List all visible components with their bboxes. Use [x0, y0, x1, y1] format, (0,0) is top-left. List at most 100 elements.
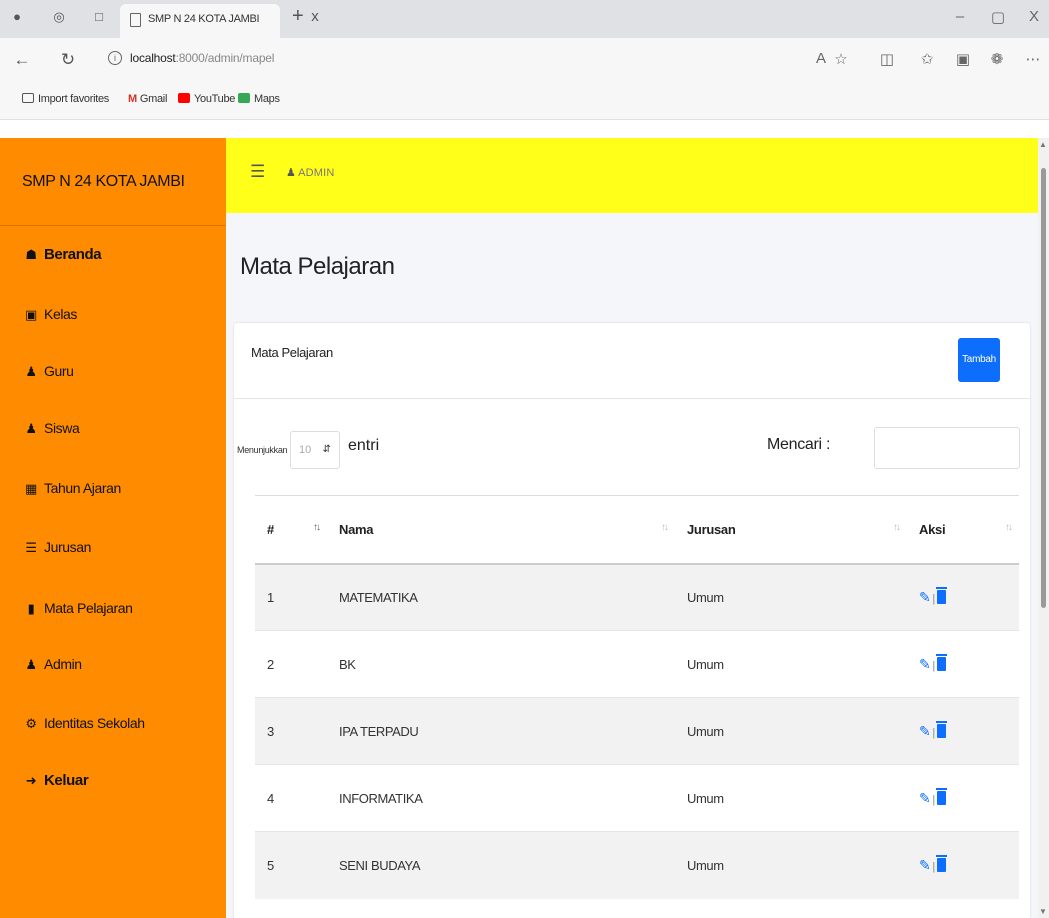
- delete-icon[interactable]: [935, 653, 947, 671]
- page-scrollbar[interactable]: ▲ ▼: [1038, 138, 1049, 918]
- collections-icon[interactable]: ▣: [954, 50, 972, 68]
- entries-per-page-select[interactable]: 10 ⇵: [290, 431, 340, 469]
- sidebar-item-identitas-sekolah[interactable]: ⚙ Identitas Sekolah: [24, 715, 145, 732]
- sidebar-item-admin[interactable]: ♟ Admin: [24, 656, 82, 673]
- fav-import[interactable]: Import favorites: [22, 93, 109, 105]
- sidebar-item-siswa[interactable]: ♟ Siswa: [24, 420, 79, 437]
- delete-icon[interactable]: [935, 787, 947, 805]
- list-icon: ☰: [25, 540, 37, 555]
- sidebar-item-jurusan[interactable]: ☰ Jurusan: [24, 539, 91, 556]
- add-button[interactable]: Tambah: [958, 338, 1000, 382]
- cell-no: 1: [255, 563, 327, 631]
- column-header-nama[interactable]: Nama ↑↓: [327, 495, 675, 565]
- cell-jurusan: Umum: [675, 764, 907, 832]
- fav-gmail[interactable]: M Gmail: [128, 93, 167, 105]
- sidebar-item-keluar[interactable]: ➜ Keluar: [24, 772, 89, 789]
- user-icon: ♟: [286, 167, 297, 179]
- edit-icon[interactable]: ✎: [919, 723, 931, 740]
- profile-icon[interactable]: ●: [10, 9, 24, 25]
- extensions-icon[interactable]: ❁: [988, 50, 1006, 68]
- reload-icon[interactable]: ↻: [58, 50, 78, 70]
- edit-icon[interactable]: ✎: [919, 656, 931, 673]
- column-header-aksi[interactable]: Aksi ↑↓: [907, 495, 1019, 565]
- cell-jurusan: Umum: [675, 831, 907, 899]
- cell-jurusan: Umum: [675, 563, 907, 631]
- edit-icon[interactable]: ✎: [919, 589, 931, 606]
- sidebar-item-tahun-ajaran[interactable]: ▦ Tahun Ajaran: [24, 480, 121, 497]
- cell-nama: MATEMATIKA: [327, 563, 675, 631]
- edit-icon[interactable]: ✎: [919, 857, 931, 874]
- delete-icon[interactable]: [935, 854, 947, 872]
- address-bar: ← ↻ i localhost:8000/admin/mapel A ☆ ◫ ✩…: [0, 38, 1049, 82]
- delete-icon[interactable]: [935, 586, 947, 604]
- page-title: Mata Pelajaran: [240, 253, 395, 280]
- sidebar-item-mata-pelajaran[interactable]: ▮ Mata Pelajaran: [24, 600, 133, 617]
- user-icon: ♟: [25, 364, 37, 379]
- action-separator: |: [932, 793, 935, 806]
- split-screen-icon[interactable]: ◫: [878, 50, 896, 68]
- cell-no: 3: [255, 697, 327, 765]
- back-icon[interactable]: ←: [12, 50, 32, 70]
- sort-icon: ↑↓: [893, 522, 901, 533]
- column-label: #: [267, 521, 274, 537]
- sidebar-item-label: Beranda: [44, 246, 102, 263]
- sidebar-item-kelas[interactable]: ▣ Kelas: [24, 306, 77, 323]
- sidebar-item-label: Tahun Ajaran: [44, 480, 121, 496]
- browser-tab-bar: ● ◎ □ SMP N 24 KOTA JAMBI x + – ▢ X: [0, 0, 1049, 38]
- menu-toggle-icon[interactable]: ☰: [250, 162, 265, 182]
- maximize-button[interactable]: ▢: [988, 8, 1008, 26]
- inbox-icon: ▣: [25, 307, 37, 322]
- tab-actions-icon[interactable]: □: [92, 9, 106, 25]
- cell-aksi: ✎ |: [907, 764, 1019, 832]
- search-label: Mencari :: [767, 436, 831, 453]
- fav-label: YouTube: [194, 93, 236, 105]
- window-close-button[interactable]: X: [1024, 8, 1044, 25]
- tab-close-icon[interactable]: x: [308, 9, 322, 25]
- subjects-table: # ↑↓ Nama ↑↓ Jurusan ↑↓ Aksi ↑↓ 1 MATEMATIKA…: [255, 495, 1019, 899]
- scroll-thumb[interactable]: [1041, 168, 1046, 608]
- scroll-up-icon[interactable]: ▲: [1039, 140, 1047, 149]
- maps-icon: [238, 93, 250, 103]
- cell-no: 4: [255, 764, 327, 832]
- minimize-button[interactable]: –: [950, 8, 970, 25]
- brand-title[interactable]: SMP N 24 KOTA JAMBI: [0, 138, 226, 226]
- sign-out-icon: ➜: [25, 773, 37, 788]
- new-tab-button[interactable]: +: [292, 5, 304, 28]
- delete-icon[interactable]: [935, 720, 947, 738]
- fav-youtube[interactable]: YouTube: [178, 93, 235, 105]
- favorites-icon[interactable]: ✩: [918, 50, 936, 68]
- url-field[interactable]: localhost:8000/admin/mapel: [130, 51, 274, 65]
- edit-icon[interactable]: ✎: [919, 790, 931, 807]
- sidebar-item-label: Jurusan: [44, 539, 92, 555]
- fav-label: Import favorites: [38, 93, 110, 105]
- cell-nama: IPA TERPADU: [327, 697, 675, 765]
- info-icon[interactable]: i: [108, 51, 122, 65]
- more-icon[interactable]: ⋯: [1024, 50, 1042, 68]
- fav-label: Gmail: [139, 93, 168, 105]
- table-header-row: # ↑↓ Nama ↑↓ Jurusan ↑↓ Aksi ↑↓: [255, 495, 1019, 565]
- url-path: :8000/admin/mapel: [175, 51, 275, 65]
- sidebar-item-guru[interactable]: ♟ Guru: [24, 363, 74, 380]
- sidebar-item-label: Identitas Sekolah: [44, 715, 145, 731]
- card-title: Mata Pelajaran: [251, 345, 333, 360]
- browser-tab[interactable]: SMP N 24 KOTA JAMBI: [120, 4, 280, 38]
- search-input[interactable]: [874, 427, 1020, 469]
- favorite-star-icon[interactable]: ☆: [832, 50, 850, 68]
- read-aloud-icon[interactable]: A: [812, 50, 830, 67]
- column-header-jurusan[interactable]: Jurusan ↑↓: [675, 495, 907, 565]
- sidebar-item-label: Keluar: [44, 772, 89, 789]
- scroll-down-icon[interactable]: ▼: [1039, 907, 1047, 916]
- user-menu[interactable]: ♟ ADMIN: [286, 166, 335, 179]
- table-row: 5 SENI BUDAYA Umum ✎ |: [255, 831, 1019, 899]
- sidebar-item-beranda[interactable]: ☗ Beranda: [24, 246, 101, 263]
- sidebar-item-label: Admin: [44, 656, 82, 672]
- import-icon: [22, 93, 34, 103]
- cell-aksi: ✎ |: [907, 697, 1019, 765]
- action-separator: |: [932, 726, 935, 739]
- user-icon: ♟: [25, 657, 37, 672]
- fav-maps[interactable]: Maps: [238, 93, 280, 105]
- action-separator: |: [932, 659, 935, 672]
- column-header-no[interactable]: # ↑↓: [255, 495, 327, 565]
- data-card: Mata Pelajaran Tambah Menunjukkan 10 ⇵ en…: [234, 323, 1030, 918]
- workspaces-icon[interactable]: ◎: [52, 9, 66, 25]
